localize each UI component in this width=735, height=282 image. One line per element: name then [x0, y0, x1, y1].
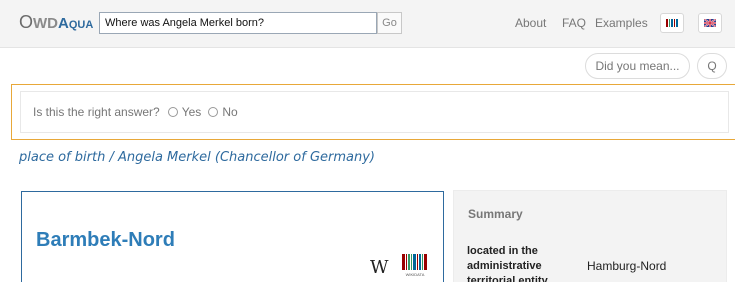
feedback-row: Is this the right answer? Yes No [33, 105, 238, 119]
union-jack-icon [704, 19, 716, 27]
summary-title: Summary [468, 207, 523, 221]
yes-label[interactable]: Yes [182, 105, 202, 119]
wikidata-barcode-icon [666, 19, 678, 27]
wikidata-flag-icon[interactable] [660, 13, 684, 33]
result-title[interactable]: Barmbek-Nord [36, 229, 175, 252]
top-navbar: OWDAqua Go About FAQ Examples [0, 0, 735, 48]
wikipedia-icon[interactable]: W [370, 257, 389, 278]
nav-about-link[interactable]: About [515, 16, 546, 30]
summary-row-value[interactable]: Hamburg-Nord [587, 259, 666, 273]
wikidata-wordmark: WIKIDATA [405, 272, 425, 277]
wdaqua-logo[interactable]: O WD Aqua [19, 12, 93, 34]
wikidata-barcode [402, 254, 428, 270]
logo-aqua: Aqua [58, 15, 94, 32]
summary-row-key: located in the administrative territoria… [467, 245, 548, 282]
nav-examples-link[interactable]: Examples [595, 16, 648, 30]
logo-o: O [19, 12, 34, 32]
wikidata-icon[interactable]: WIKIDATA [402, 254, 428, 278]
go-button[interactable]: Go [377, 12, 402, 34]
logo-wd: WD [33, 15, 59, 32]
did-you-mean-button[interactable]: Did you mean... [585, 53, 690, 79]
nav-faq-link[interactable]: FAQ [562, 16, 586, 30]
question-input[interactable] [99, 12, 377, 34]
no-radio[interactable] [208, 107, 219, 117]
uk-flag-icon[interactable] [698, 13, 722, 33]
feedback-question: Is this the right answer? [33, 105, 160, 119]
yes-radio[interactable] [167, 107, 178, 117]
answer-path[interactable]: place of birth / Angela Merkel (Chancell… [19, 150, 375, 165]
query-button[interactable]: Q [697, 53, 727, 79]
no-label[interactable]: No [222, 105, 237, 119]
